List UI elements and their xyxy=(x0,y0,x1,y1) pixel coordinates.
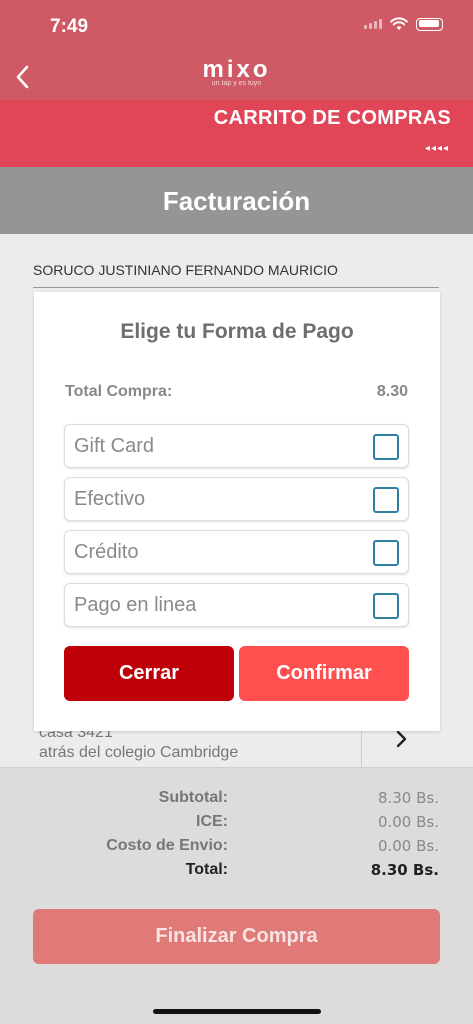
modal-title: Elige tu Forma de Pago xyxy=(120,320,354,343)
purchase-total-label: Total Compra: xyxy=(65,383,173,400)
totals-row-ice: ICE: 0.00 Bs. xyxy=(0,813,473,835)
payment-option-credito[interactable]: Crédito xyxy=(64,530,409,574)
address-line-1: casa 3421 xyxy=(39,730,113,741)
cart-step-arrows: ◂◂◂◂ xyxy=(424,143,449,154)
ice-value: 0.00 Bs. xyxy=(377,813,439,831)
option-label: Gift Card xyxy=(74,435,155,457)
purchase-total-value: 8.30 xyxy=(376,383,408,400)
finalize-purchase-button[interactable]: Finalizar Compra xyxy=(33,909,440,964)
signal-icon xyxy=(364,19,382,29)
mixo-logo: mixo un tap y es tuyo xyxy=(0,56,473,88)
totals-row-shipping: Costo de Envio: 0.00 Bs. xyxy=(0,837,473,859)
subtotal-label: Subtotal: xyxy=(158,789,228,806)
address-line-2: atrás del colegio Cambridge xyxy=(39,744,239,761)
subtotal-value: 8.30 Bs. xyxy=(377,789,439,807)
wifi-icon xyxy=(390,17,408,30)
address-row[interactable]: casa 3421 atrás del colegio Cambridge xyxy=(33,730,473,768)
confirm-button[interactable]: Confirmar xyxy=(239,646,409,701)
logo-word: mixo xyxy=(202,56,271,83)
payment-method-modal: Elige tu Forma de Pago Total Compra: 8.3… xyxy=(34,292,440,731)
status-time: 7:49 xyxy=(50,16,89,37)
efectivo-checkbox[interactable] xyxy=(373,487,399,513)
credito-checkbox[interactable] xyxy=(373,540,399,566)
shipping-value: 0.00 Bs. xyxy=(377,837,439,855)
payment-option-efectivo[interactable]: Efectivo xyxy=(64,477,409,521)
payment-option-gift-card[interactable]: Gift Card xyxy=(64,424,409,468)
logo-tagline: un tap y es tuyo xyxy=(211,80,262,87)
option-label: Crédito xyxy=(74,541,139,563)
chevron-right-icon[interactable] xyxy=(393,730,409,748)
close-button[interactable]: Cerrar xyxy=(64,646,234,701)
total-label: Total: xyxy=(185,861,228,878)
home-indicator xyxy=(153,1009,321,1014)
totals-panel: Subtotal: 8.30 Bs. ICE: 0.00 Bs. Costo d… xyxy=(0,767,473,1024)
gift-card-checkbox[interactable] xyxy=(373,434,399,460)
status-icons xyxy=(364,17,443,31)
total-value: 8.30 Bs. xyxy=(370,861,439,879)
battery-icon xyxy=(416,17,443,31)
customer-name: SORUCO JUSTINIANO FERNANDO MAURICIO xyxy=(33,262,338,278)
section-title: Facturación xyxy=(162,186,311,216)
totals-row-total: Total: 8.30 Bs. xyxy=(0,861,473,883)
option-label: Efectivo xyxy=(74,488,146,510)
address-divider xyxy=(361,730,362,768)
ice-label: ICE: xyxy=(196,813,228,830)
shipping-label: Costo de Envio: xyxy=(106,837,228,854)
totals-row-subtotal: Subtotal: 8.30 Bs. xyxy=(0,789,473,811)
pago-en-linea-checkbox[interactable] xyxy=(373,593,399,619)
payment-option-pago-en-linea[interactable]: Pago en linea xyxy=(64,583,409,627)
name-underline xyxy=(33,287,439,288)
option-label: Pago en linea xyxy=(74,594,197,616)
cart-title: CARRITO DE COMPRAS xyxy=(213,107,451,129)
